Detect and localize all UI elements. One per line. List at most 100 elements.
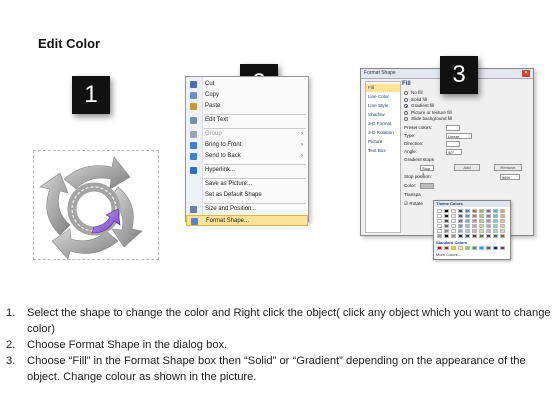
color-swatch[interactable] <box>458 209 463 213</box>
stop-dropdown[interactable]: Stop 1 <box>420 165 434 176</box>
color-swatch[interactable] <box>472 219 477 223</box>
color-swatch[interactable] <box>444 219 449 223</box>
color-swatch[interactable] <box>472 234 477 238</box>
color-swatch[interactable] <box>500 219 505 223</box>
menu-item-hyperlink[interactable]: Hyperlink... <box>186 165 308 176</box>
color-swatch[interactable] <box>444 224 449 228</box>
color-swatch[interactable] <box>465 209 470 213</box>
color-swatch[interactable] <box>465 234 470 238</box>
menu-item-send-to-back[interactable]: Send to Back › <box>186 151 308 162</box>
category-line-color[interactable]: Line Color <box>366 93 400 101</box>
color-swatch[interactable] <box>437 209 442 213</box>
stop-position-input[interactable]: 96% <box>500 174 520 180</box>
color-swatch[interactable] <box>493 224 498 228</box>
color-swatch[interactable] <box>458 214 463 218</box>
standard-color-swatch[interactable] <box>444 246 449 250</box>
color-swatch[interactable] <box>493 234 498 238</box>
color-swatch[interactable] <box>479 219 484 223</box>
color-swatch[interactable] <box>444 229 449 233</box>
color-swatch[interactable] <box>500 234 505 238</box>
rotate-checkbox[interactable]: ☑ Rotate <box>404 200 423 207</box>
color-swatch[interactable] <box>451 229 456 233</box>
color-swatch[interactable] <box>437 229 442 233</box>
color-swatch[interactable] <box>458 219 463 223</box>
menu-item-cut[interactable]: Cut <box>186 79 308 90</box>
menu-item-bring-to-front[interactable]: Bring to Front › <box>186 140 308 151</box>
category-text-box[interactable]: Text Box <box>366 147 400 155</box>
color-swatch[interactable] <box>479 224 484 228</box>
color-swatch[interactable] <box>465 214 470 218</box>
color-swatch[interactable] <box>451 209 456 213</box>
color-swatch[interactable] <box>437 234 442 238</box>
selected-shape-frame[interactable] <box>33 150 159 260</box>
direction-dropdown[interactable] <box>446 141 460 147</box>
color-swatch[interactable] <box>486 229 491 233</box>
type-dropdown[interactable]: Linear <box>446 133 472 139</box>
remove-stop-button[interactable]: Remove <box>494 164 522 171</box>
color-swatch[interactable] <box>465 224 470 228</box>
color-swatch[interactable] <box>444 209 449 213</box>
color-swatch[interactable] <box>465 219 470 223</box>
color-swatch[interactable] <box>444 234 449 238</box>
color-swatch[interactable] <box>437 224 442 228</box>
circular-arrows-graphic[interactable] <box>34 151 158 260</box>
category-3-d-rotation[interactable]: 3-D Rotation <box>366 129 400 137</box>
color-swatch[interactable] <box>451 214 456 218</box>
menu-item-size-and-position[interactable]: Size and Position... <box>186 204 308 215</box>
color-swatch[interactable] <box>500 224 505 228</box>
preset-colors-dropdown[interactable] <box>446 125 460 131</box>
standard-color-swatch[interactable] <box>493 246 498 250</box>
standard-color-swatch[interactable] <box>465 246 470 250</box>
standard-color-swatch[interactable] <box>500 246 505 250</box>
color-swatch[interactable] <box>479 234 484 238</box>
category-fill[interactable]: Fill <box>366 84 400 92</box>
standard-color-swatch[interactable] <box>451 246 456 250</box>
menu-item-paste[interactable]: Paste <box>186 101 308 112</box>
color-swatch[interactable] <box>472 229 477 233</box>
color-swatch[interactable] <box>486 219 491 223</box>
standard-color-swatch[interactable] <box>437 246 442 250</box>
standard-color-swatch[interactable] <box>479 246 484 250</box>
color-swatch[interactable] <box>451 234 456 238</box>
color-swatch[interactable] <box>472 224 477 228</box>
color-swatch[interactable] <box>486 209 491 213</box>
color-swatch[interactable] <box>472 209 477 213</box>
color-swatch[interactable] <box>479 229 484 233</box>
category-shadow[interactable]: Shadow <box>366 111 400 119</box>
fill-option-slide-background-fill[interactable]: Slide background fill <box>404 116 484 122</box>
color-swatch[interactable] <box>500 214 505 218</box>
color-swatch[interactable] <box>458 224 463 228</box>
add-stop-button[interactable]: Add <box>454 164 480 171</box>
color-swatch[interactable] <box>472 214 477 218</box>
fill-option-solid-fill[interactable]: Solid fill <box>404 97 484 103</box>
color-swatch[interactable] <box>486 214 491 218</box>
color-swatch[interactable] <box>458 229 463 233</box>
color-swatch[interactable] <box>451 224 456 228</box>
menu-item-copy[interactable]: Copy <box>186 90 308 101</box>
color-swatch[interactable] <box>493 219 498 223</box>
category-picture[interactable]: Picture <box>366 138 400 146</box>
color-swatch[interactable] <box>500 229 505 233</box>
color-swatch[interactable] <box>458 234 463 238</box>
color-swatch[interactable] <box>437 214 442 218</box>
angle-input[interactable]: 90° <box>446 149 462 155</box>
category-line-style[interactable]: Line Style <box>366 102 400 110</box>
menu-item-save-as-picture[interactable]: Save as Picture... <box>186 179 308 190</box>
category-3-d-format[interactable]: 3-D Format <box>366 120 400 128</box>
menu-item-edit-text[interactable]: Edit Text <box>186 115 308 126</box>
fill-option-picture-or-texture-fill[interactable]: Picture or texture fill <box>404 110 484 116</box>
fill-option-gradient-fill[interactable]: Gradient fill <box>404 103 484 109</box>
standard-color-swatch[interactable] <box>486 246 491 250</box>
color-swatch[interactable] <box>486 234 491 238</box>
color-swatch[interactable] <box>479 214 484 218</box>
menu-item-set-as-default-shape[interactable]: Set as Default Shape <box>186 190 308 201</box>
color-swatch[interactable] <box>493 214 498 218</box>
menu-item-format-shape[interactable]: Format Shape... <box>186 215 308 226</box>
color-swatch[interactable] <box>444 214 449 218</box>
arrow-segment-left[interactable] <box>39 172 71 236</box>
color-swatch[interactable] <box>479 209 484 213</box>
color-picker-button[interactable] <box>420 183 434 189</box>
more-colors-link[interactable]: More Colors... <box>436 252 461 257</box>
standard-color-swatch[interactable] <box>458 246 463 250</box>
color-swatch[interactable] <box>486 224 491 228</box>
